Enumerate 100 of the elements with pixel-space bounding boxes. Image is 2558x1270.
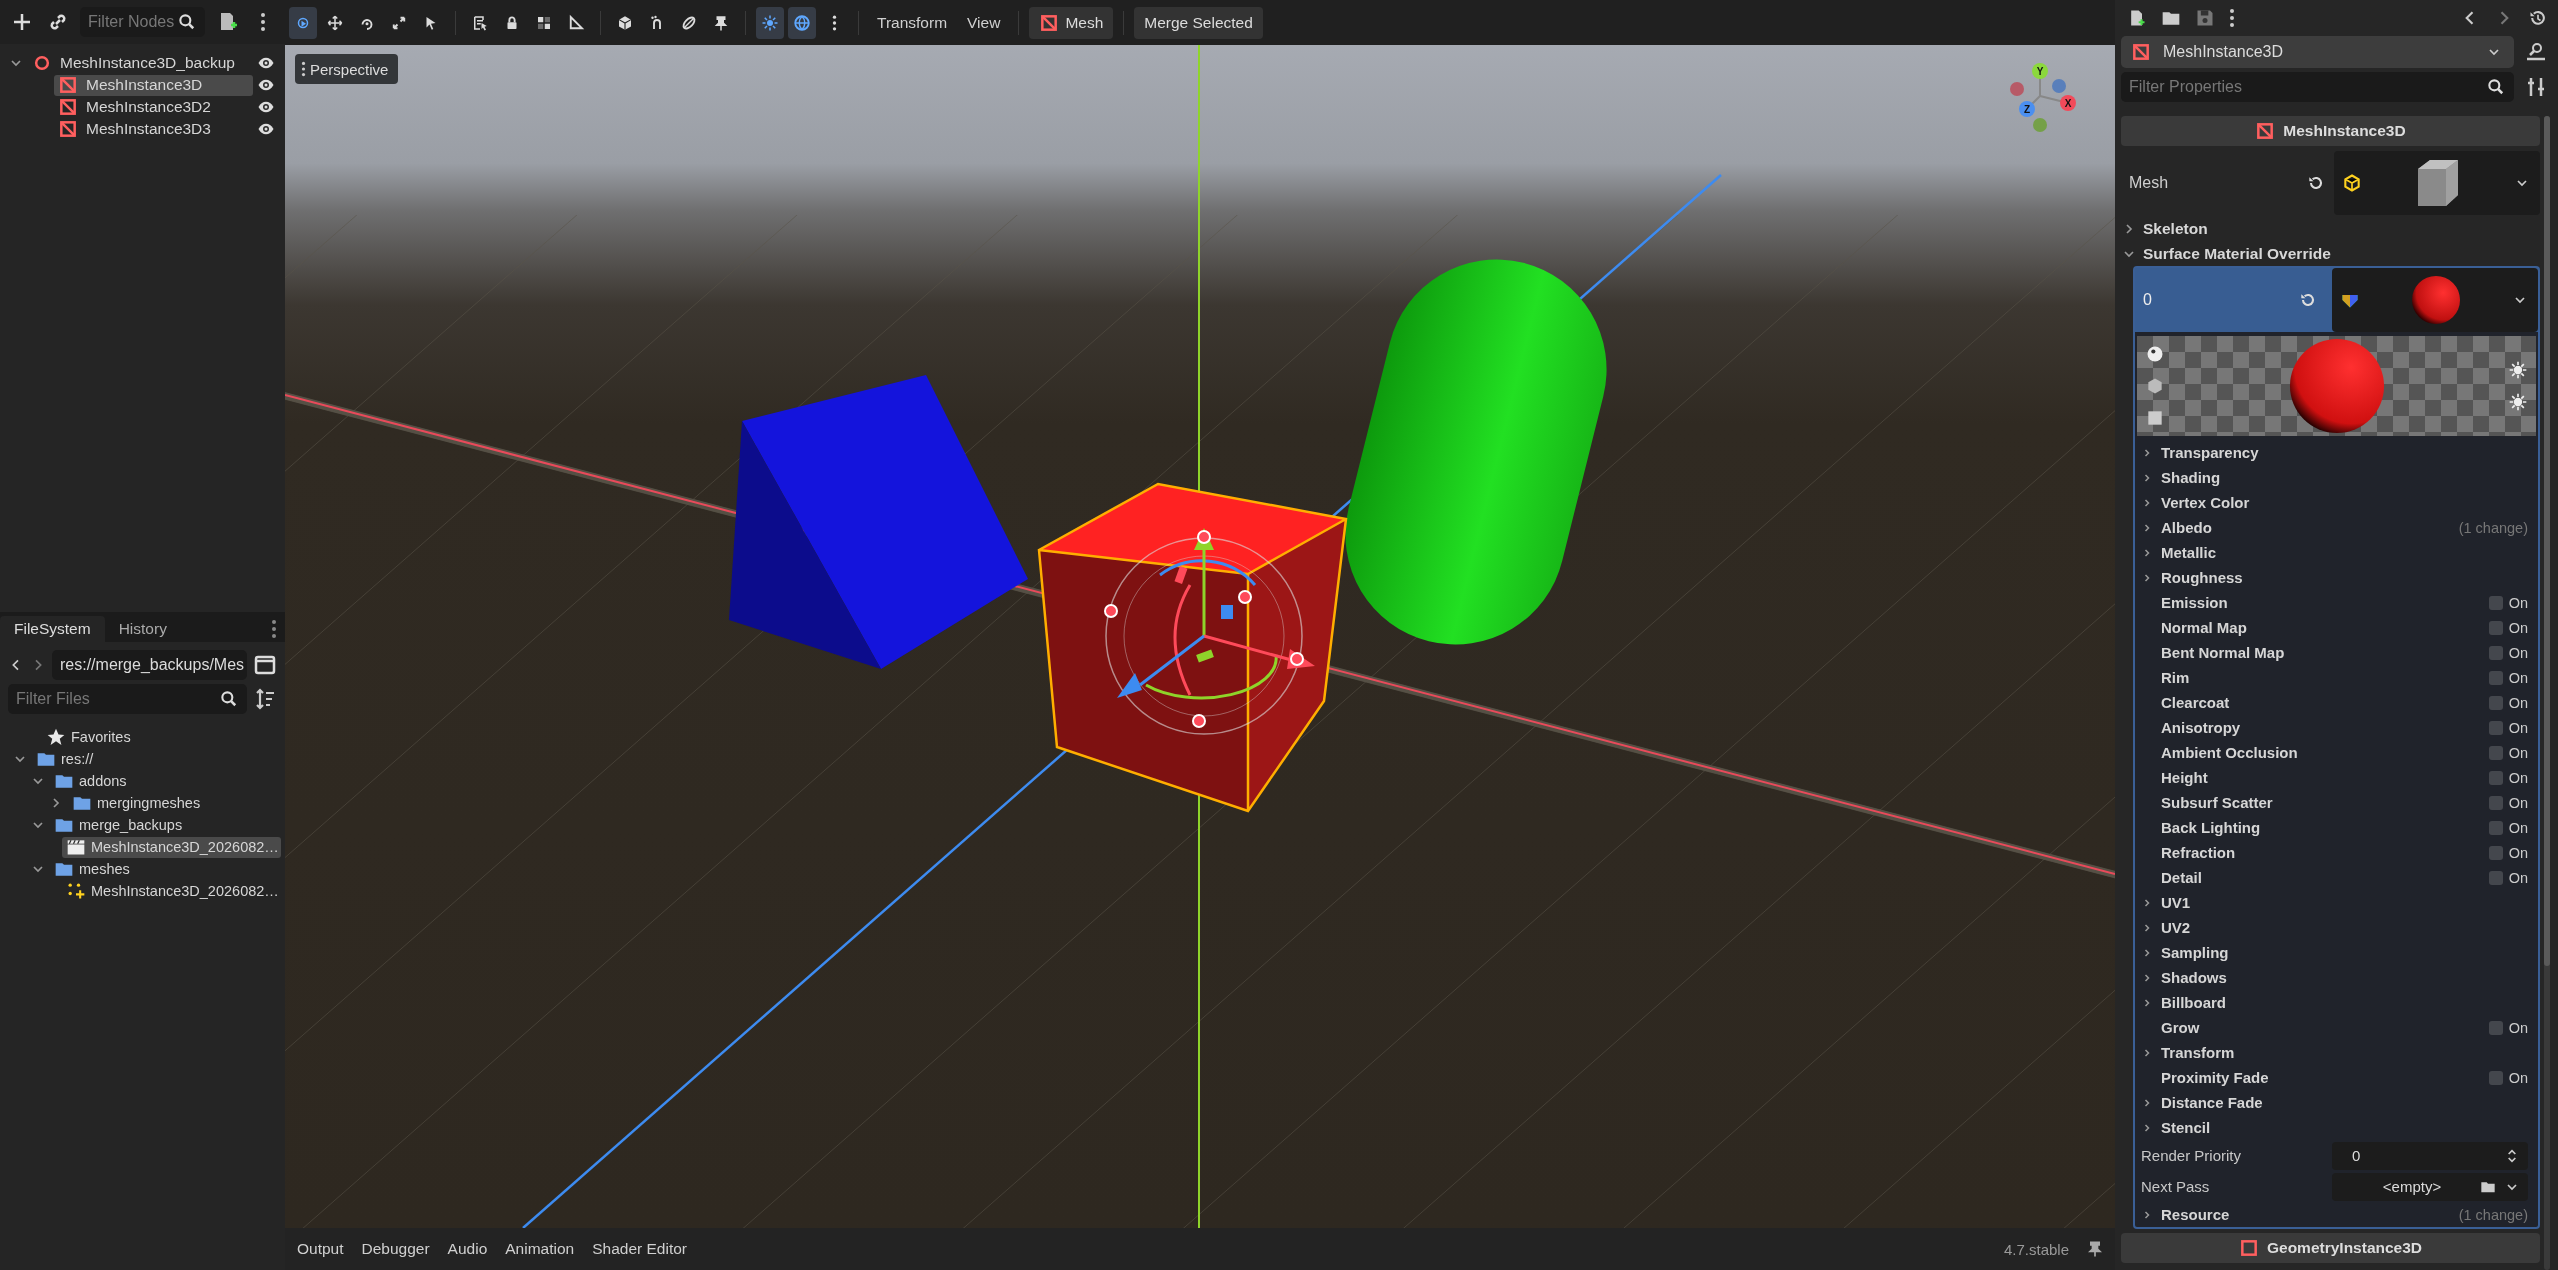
bottom-panel-tab[interactable]: Output xyxy=(291,1234,350,1264)
tool-button[interactable] xyxy=(788,6,816,39)
property-label: Next Pass xyxy=(2141,1178,2211,1195)
bottom-panel-tab[interactable]: Debugger xyxy=(355,1234,436,1264)
file-item[interactable]: addons xyxy=(50,770,129,792)
file-item[interactable]: res:// xyxy=(32,748,96,770)
mesh-resource-picker[interactable] xyxy=(2334,151,2540,215)
sphere-icon[interactable] xyxy=(2145,344,2165,364)
file-item[interactable]: mergingmeshes xyxy=(68,792,203,814)
square-icon[interactable] xyxy=(2145,408,2165,428)
tool-button[interactable] xyxy=(756,6,784,39)
node-circle-icon xyxy=(32,53,52,73)
bottom-panel-tab[interactable]: Audio xyxy=(441,1234,494,1264)
material-resource-picker[interactable] xyxy=(2332,268,2538,332)
scene-node[interactable]: MeshInstance3D3 xyxy=(54,118,253,140)
property-group[interactable]: Shading xyxy=(2141,469,2221,486)
negative-axis-handle[interactable] xyxy=(2052,79,2066,93)
checkbox-label: On xyxy=(2508,594,2528,611)
checkbox[interactable] xyxy=(2488,1070,2503,1085)
filter-files-field[interactable]: Filter Files xyxy=(8,684,247,714)
property-label: Normal Map xyxy=(2161,619,2247,636)
property-group[interactable]: Shadows xyxy=(2141,969,2227,986)
section-header[interactable]: Skeleton xyxy=(2121,216,2540,241)
axis-handle[interactable]: Y xyxy=(2032,63,2048,79)
negative-axis-handle[interactable] xyxy=(2033,118,2047,132)
property-group[interactable]: Roughness xyxy=(2141,569,2243,586)
menu-button[interactable]: View xyxy=(959,6,1009,39)
light-icon[interactable] xyxy=(2508,392,2528,412)
mesh-menu-button[interactable]: Mesh xyxy=(1029,6,1114,39)
filter-nodes-field[interactable]: Filter Nodes xyxy=(80,7,205,37)
property-group[interactable]: Metallic xyxy=(2141,544,2217,561)
checkbox[interactable] xyxy=(2488,595,2503,610)
path-field[interactable]: res://merge_backups/Mes xyxy=(52,650,247,680)
negative-axis-handle[interactable] xyxy=(2010,82,2024,96)
checkbox[interactable] xyxy=(2488,720,2503,735)
checkbox[interactable] xyxy=(2488,745,2503,760)
dock-tab[interactable]: FileSystem xyxy=(0,616,105,642)
save-icon[interactable] xyxy=(2195,8,2215,28)
merge-selected-button[interactable]: Merge Selected xyxy=(1134,6,1263,39)
menu-button[interactable]: Transform xyxy=(869,6,956,39)
number-field[interactable]: 0 xyxy=(2332,1141,2528,1170)
property-group[interactable]: Transform xyxy=(2141,1044,2235,1061)
checkbox[interactable] xyxy=(2488,1020,2503,1035)
property-group[interactable]: Resource xyxy=(2141,1206,2230,1223)
file-item[interactable]: meshes xyxy=(50,858,132,880)
checkbox[interactable] xyxy=(2488,645,2503,660)
menu-icon xyxy=(831,13,837,32)
filter-properties-field[interactable]: Filter Properties xyxy=(2121,72,2514,102)
axis-handle[interactable]: X xyxy=(2060,95,2076,111)
checkbox[interactable] xyxy=(2488,795,2503,810)
axis-handle[interactable]: Z xyxy=(2019,101,2035,117)
menu-icon[interactable] xyxy=(2229,8,2235,28)
mesh-instance-icon xyxy=(58,97,78,117)
property-group[interactable]: Stencil xyxy=(2141,1119,2211,1136)
box-icon xyxy=(2342,173,2362,193)
checkbox[interactable] xyxy=(2488,870,2503,885)
scrollbar-thumb[interactable] xyxy=(2544,116,2550,966)
resource-picker[interactable]: <empty> xyxy=(2332,1172,2528,1201)
bottom-panel-tab[interactable]: Animation xyxy=(499,1234,581,1264)
checkbox-label: On xyxy=(2508,769,2528,786)
scene-node[interactable]: MeshInstance3D2 xyxy=(54,96,253,118)
checkbox[interactable] xyxy=(2488,670,2503,685)
history-icon[interactable] xyxy=(2528,8,2548,28)
property-group[interactable]: Distance Fade xyxy=(2141,1094,2263,1111)
bottom-panel-tab[interactable]: Shader Editor xyxy=(586,1234,693,1264)
property-label: Detail xyxy=(2161,869,2202,886)
file-item[interactable]: merge_backups xyxy=(50,814,185,836)
favorites-item[interactable]: Favorites xyxy=(42,726,135,748)
checkbox-label: On xyxy=(2508,1069,2528,1086)
property-label: Clearcoat xyxy=(2161,694,2230,711)
file-item[interactable]: MeshInstance3D_2026082… xyxy=(62,880,281,902)
scene-node[interactable]: MeshInstance3D_backup xyxy=(28,52,253,74)
checkbox[interactable] xyxy=(2488,620,2503,635)
box-icon[interactable] xyxy=(2145,376,2165,396)
property-group[interactable]: UV1 xyxy=(2141,894,2191,911)
checkbox[interactable] xyxy=(2488,770,2503,785)
property-group[interactable]: Transparency xyxy=(2141,444,2259,461)
property-group[interactable]: Sampling xyxy=(2141,944,2229,961)
tool-button[interactable] xyxy=(289,6,317,39)
menu-icon[interactable] xyxy=(271,619,277,639)
section-header[interactable]: Surface Material Override xyxy=(2121,241,2540,266)
property-group[interactable]: Billboard xyxy=(2141,994,2226,1011)
file-item[interactable]: MeshInstance3D_2026082… xyxy=(62,836,281,858)
split-view-icon[interactable] xyxy=(253,653,277,677)
sort-icon[interactable] xyxy=(253,687,277,711)
property-group[interactable]: UV2 xyxy=(2141,919,2191,936)
checkbox-label: On xyxy=(2508,694,2528,711)
perspective-button[interactable]: Perspective xyxy=(295,54,399,84)
dock-tab[interactable]: History xyxy=(104,616,181,642)
checkbox[interactable] xyxy=(2488,820,2503,835)
checkbox[interactable] xyxy=(2488,845,2503,860)
scene-node[interactable]: MeshInstance3D xyxy=(54,74,253,96)
property-label: Proximity Fade xyxy=(2161,1069,2269,1086)
light-icon[interactable] xyxy=(2508,360,2528,380)
node-selector[interactable]: MeshInstance3D xyxy=(2121,36,2514,68)
property-group[interactable]: Albedo xyxy=(2141,519,2212,536)
list-select-icon xyxy=(471,13,489,32)
checkbox[interactable] xyxy=(2488,695,2503,710)
property-group[interactable]: Vertex Color xyxy=(2141,494,2250,511)
sun-icon xyxy=(761,13,779,32)
